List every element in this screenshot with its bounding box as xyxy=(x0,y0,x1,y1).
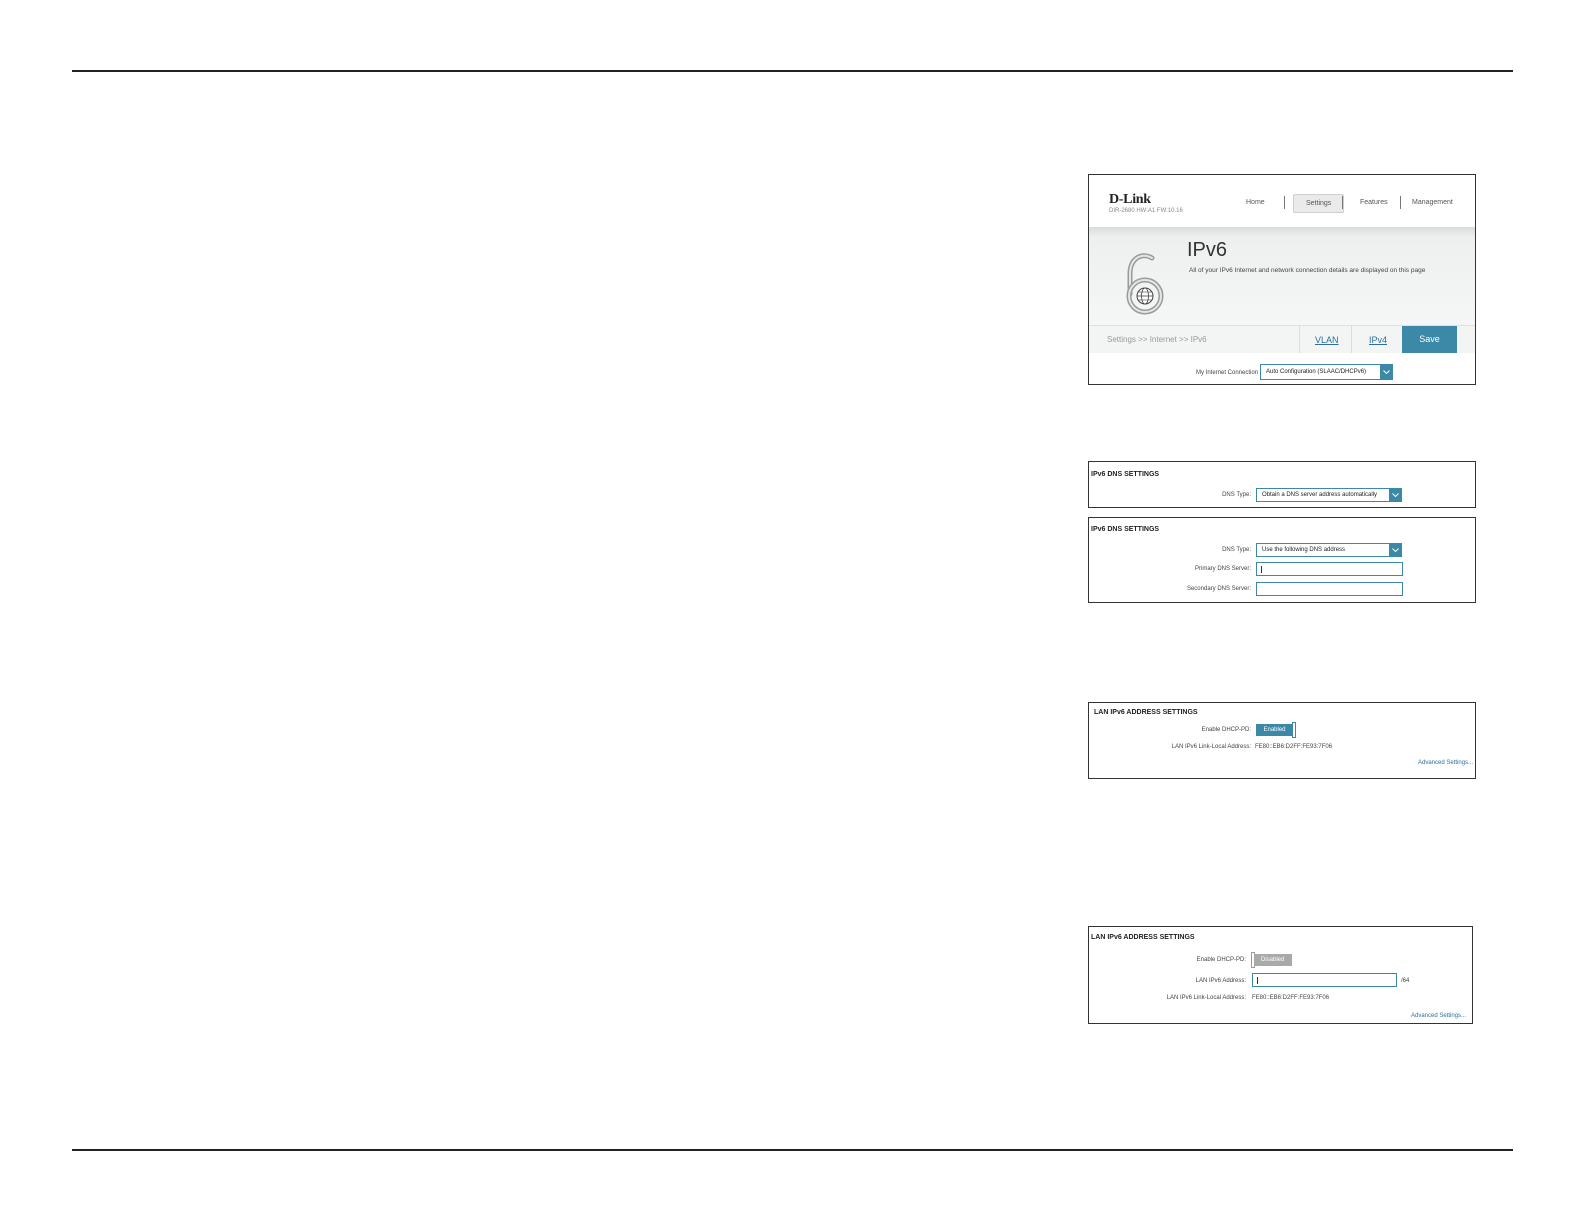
dns-type-value: Use the following DNS address xyxy=(1262,547,1346,553)
section-title: LAN IPv6 ADDRESS SETTINGS xyxy=(1094,709,1198,716)
top-rule xyxy=(72,70,1513,72)
link-local-value: FE80::EB6:D2FF:FE93:7F06 xyxy=(1255,744,1333,750)
lan-address-label: LAN IPv6 Address: xyxy=(1195,978,1246,984)
nav-separator xyxy=(1400,196,1401,209)
page-banner: IPv6 All of your IPv6 Internet and netwo… xyxy=(1089,227,1475,325)
link-local-label: LAN IPv6 Link-Local Address: xyxy=(1171,744,1251,750)
connection-type-select[interactable]: Auto Configuration (SLAAC/DHCPv6) xyxy=(1260,364,1393,380)
link-local-label: LAN IPv6 Link-Local Address: xyxy=(1166,995,1246,1001)
nav-settings[interactable]: Settings xyxy=(1293,194,1345,213)
section-title: IPv6 DNS SETTINGS xyxy=(1091,471,1160,478)
connection-type-value: Auto Configuration (SLAAC/DHCPv6) xyxy=(1266,369,1367,375)
dns-type-label: DNS Type: xyxy=(1222,492,1251,498)
advanced-settings-link[interactable]: Advanced Settings... xyxy=(1418,760,1473,766)
model-info: DIR-2680 HW:A1 FW:10.16 xyxy=(1109,208,1183,214)
tab-vlan[interactable]: VLAN xyxy=(1315,335,1339,345)
dns-manual-screenshot: IPv6 DNS SETTINGS DNS Type: Use the foll… xyxy=(1088,517,1476,603)
chevron-down-icon xyxy=(1380,364,1393,380)
lan-address-input[interactable] xyxy=(1252,973,1397,987)
advanced-settings-link[interactable]: Advanced Settings... xyxy=(1411,1013,1466,1019)
chevron-down-icon xyxy=(1389,543,1402,557)
section-title: IPv6 DNS SETTINGS xyxy=(1091,526,1160,533)
nav-management[interactable]: Management xyxy=(1412,199,1453,206)
tab-separator xyxy=(1351,326,1352,353)
dhcp-pd-toggle[interactable]: Enabled xyxy=(1256,724,1293,736)
prefix-suffix: /64 xyxy=(1401,978,1410,984)
page-title: IPv6 xyxy=(1187,239,1228,261)
lan-disabled-screenshot: LAN IPv6 ADDRESS SETTINGS Enable DHCP-PD… xyxy=(1088,926,1473,1024)
dhcp-pd-toggle[interactable]: Disabled xyxy=(1254,954,1292,966)
router-header: D-Link DIR-2680 HW:A1 FW:10.16 Home Sett… xyxy=(1089,175,1475,227)
secondary-dns-label: Secondary DNS Server: xyxy=(1186,586,1251,592)
page-description: All of your IPv6 Internet and network co… xyxy=(1189,267,1426,274)
breadcrumb: Settings >> Internet >> IPv6 xyxy=(1107,335,1207,344)
dhcp-pd-label: Enable DHCP-PD: xyxy=(1201,727,1251,733)
secondary-dns-input[interactable] xyxy=(1256,582,1403,596)
nav-separator xyxy=(1284,196,1285,209)
primary-dns-label: Primary DNS Server: xyxy=(1194,566,1251,572)
link-local-value: FE80::EB6:D2FF:FE93:7F06 xyxy=(1252,995,1330,1001)
connection-type-label: My Internet Connection is: xyxy=(1196,370,1266,376)
toggle-knob xyxy=(1292,722,1296,738)
tab-ipv4[interactable]: IPv4 xyxy=(1369,335,1387,345)
dns-type-select[interactable]: Use the following DNS address xyxy=(1256,543,1402,557)
nav-separator xyxy=(1342,196,1343,209)
section-title: LAN IPv6 ADDRESS SETTINGS xyxy=(1091,934,1195,941)
dns-type-label: DNS Type: xyxy=(1222,547,1251,553)
dns-type-value: Obtain a DNS server address automaticall… xyxy=(1262,492,1378,498)
dns-auto-screenshot: IPv6 DNS SETTINGS DNS Type: Obtain a DNS… xyxy=(1088,461,1476,508)
save-button[interactable]: Save xyxy=(1402,326,1457,353)
nav-features[interactable]: Features xyxy=(1360,199,1388,206)
lan-enabled-screenshot: LAN IPv6 ADDRESS SETTINGS Enable DHCP-PD… xyxy=(1088,702,1476,779)
ipv6-router-screenshot: D-Link DIR-2680 HW:A1 FW:10.16 Home Sett… xyxy=(1088,174,1476,385)
chevron-down-icon xyxy=(1389,488,1402,502)
tab-separator xyxy=(1299,326,1300,353)
dhcp-pd-label: Enable DHCP-PD: xyxy=(1196,957,1246,963)
ipv6-lock-globe-icon xyxy=(1126,253,1164,315)
bottom-rule xyxy=(72,1149,1513,1151)
primary-dns-input[interactable] xyxy=(1256,562,1403,576)
dlink-logo: D-Link xyxy=(1109,192,1151,207)
nav-home[interactable]: Home xyxy=(1246,199,1265,206)
breadcrumb-bar: Settings >> Internet >> IPv6 VLAN IPv4 S… xyxy=(1089,325,1475,353)
dns-type-select[interactable]: Obtain a DNS server address automaticall… xyxy=(1256,488,1402,502)
